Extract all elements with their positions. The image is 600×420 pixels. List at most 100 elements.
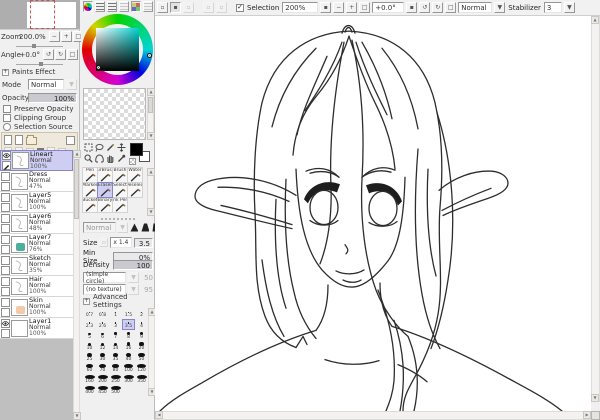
move-icon[interactable] bbox=[116, 142, 126, 152]
rotate-canvas-icon[interactable] bbox=[94, 153, 104, 163]
scroll-right-arrow-icon[interactable]: ▶ bbox=[583, 411, 591, 419]
size-preset-40[interactable]: 40 bbox=[122, 352, 135, 363]
angle-reset-button[interactable]: □ bbox=[67, 49, 78, 60]
tool-eraser[interactable]: Eraser bbox=[97, 182, 113, 198]
layer-edit-toggle[interactable] bbox=[1, 182, 10, 191]
brush-edge-soft-icon[interactable] bbox=[129, 222, 139, 233]
size-slider[interactable]: 3.5 bbox=[134, 238, 153, 248]
toolbar-button-3[interactable]: ▫ bbox=[183, 2, 194, 13]
size-preset-4[interactable]: 4 bbox=[135, 319, 148, 330]
size-preset-400[interactable]: 400 bbox=[83, 385, 96, 396]
layer-edit-toggle[interactable] bbox=[1, 224, 10, 233]
tool-ink-pen[interactable]: Ink Pen bbox=[112, 197, 128, 213]
size-preset-0.7[interactable]: 0.7 bbox=[83, 308, 96, 319]
size-preset-60[interactable]: 60 bbox=[83, 363, 96, 374]
scroll-down-arrow-icon[interactable]: ▼ bbox=[147, 208, 155, 216]
rotate-ccw-button[interactable]: ↺ bbox=[419, 2, 430, 13]
layer-edit-toggle[interactable] bbox=[1, 266, 10, 275]
swatches-tab[interactable] bbox=[131, 1, 141, 12]
scroll-left-arrow-icon[interactable]: ◀ bbox=[155, 411, 163, 419]
size-preset-3.5[interactable]: 3.5 bbox=[122, 319, 135, 330]
size-preset-250[interactable]: 250 bbox=[109, 374, 122, 385]
scroll-up-arrow-icon[interactable]: ▲ bbox=[73, 150, 81, 158]
rotate-ccw-button[interactable]: ↺ bbox=[43, 49, 54, 60]
size-preset-25[interactable]: 25 bbox=[83, 352, 96, 363]
size-preset-70[interactable]: 70 bbox=[96, 363, 109, 374]
layer-visibility-toggle[interactable] bbox=[1, 277, 10, 286]
scroll-down-arrow-icon[interactable]: ▼ bbox=[73, 412, 81, 420]
size-preset-8[interactable]: 8 bbox=[122, 330, 135, 341]
advanced-settings-row[interactable]: + Advanced Settings bbox=[83, 296, 153, 306]
layer-mask-icon[interactable] bbox=[66, 136, 75, 145]
angle-reset-button[interactable]: □ bbox=[445, 2, 456, 13]
layer-edit-toggle[interactable] bbox=[1, 203, 10, 212]
layer-visibility-toggle[interactable] bbox=[2, 151, 11, 160]
brush-shape-dropdown-button[interactable]: ▼ bbox=[128, 272, 139, 283]
layer-visibility-toggle[interactable] bbox=[1, 193, 10, 202]
size-preset-9[interactable]: 9 bbox=[135, 330, 148, 341]
sampling-mode-dropdown[interactable]: Normal bbox=[458, 2, 492, 13]
scrollbar-thumb[interactable] bbox=[74, 159, 79, 219]
layer-visibility-toggle[interactable] bbox=[1, 256, 10, 265]
size-preset-160[interactable]: 160 bbox=[83, 374, 96, 385]
color-wheel[interactable] bbox=[81, 13, 154, 87]
rotate-cw-button[interactable]: ↻ bbox=[432, 2, 443, 13]
layer-edit-toggle[interactable] bbox=[1, 287, 10, 296]
size-scale-field[interactable]: x 1.4 bbox=[110, 237, 132, 248]
toolbar-button-2[interactable]: ▪ bbox=[170, 2, 181, 13]
lasso-icon[interactable] bbox=[94, 142, 104, 152]
color-mixer-tab[interactable] bbox=[119, 1, 129, 12]
size-preset-30[interactable]: 30 bbox=[96, 352, 109, 363]
density-slider[interactable]: 100 bbox=[113, 260, 153, 270]
rotate-cw-button[interactable]: ↻ bbox=[55, 49, 66, 60]
canvas-horizontal-scrollbar[interactable]: ◀ ▶ bbox=[155, 411, 591, 420]
clipping-group-option[interactable]: Clipping Group bbox=[0, 113, 79, 122]
brush-shape-dropdown[interactable]: (simple circle) bbox=[83, 272, 126, 283]
layer-visibility-toggle[interactable] bbox=[1, 319, 10, 328]
angle-field[interactable]: +0.0° bbox=[372, 2, 404, 13]
layer-item[interactable]: LineartNormal100% bbox=[0, 150, 73, 171]
opacity-slider[interactable]: 100% bbox=[28, 93, 77, 103]
tool-airbrush[interactable]: AirBrush bbox=[97, 167, 113, 183]
tool-marker[interactable]: Marker bbox=[82, 182, 98, 198]
layer-edit-toggle[interactable] bbox=[2, 161, 11, 170]
size-preset-10[interactable]: 10 bbox=[83, 341, 96, 352]
layer-item[interactable]: Layer7Normal76% bbox=[0, 234, 73, 255]
zoom-out-button[interactable]: − bbox=[49, 31, 60, 42]
tool-deselect[interactable]: Deselect bbox=[127, 182, 143, 198]
brush-blend-dropdown[interactable]: Normal bbox=[83, 222, 116, 233]
scratchpad-area[interactable] bbox=[83, 88, 146, 140]
canvas-vertical-scrollbar[interactable]: ▲ ▼ bbox=[591, 16, 600, 402]
rgb-sliders-tab[interactable] bbox=[95, 1, 105, 12]
layer-item[interactable]: DressNormal47% bbox=[0, 171, 73, 192]
clipping-group-checkbox[interactable] bbox=[3, 114, 11, 122]
scratchpad-tab[interactable] bbox=[143, 1, 153, 12]
zoom-in-button[interactable]: + bbox=[346, 2, 357, 13]
size-preset-2.6[interactable]: 2.6 bbox=[96, 319, 109, 330]
transparent-color-swatch[interactable] bbox=[129, 158, 136, 165]
layer-visibility-toggle[interactable] bbox=[1, 298, 10, 307]
mode-dropdown-button[interactable]: ▼ bbox=[66, 79, 77, 90]
layer-item[interactable]: SketchNormal35% bbox=[0, 255, 73, 276]
layer-edit-toggle[interactable] bbox=[1, 308, 10, 317]
hue-marker[interactable] bbox=[147, 53, 152, 58]
size-unit-button[interactable]: ▫ bbox=[99, 238, 108, 247]
hand-icon[interactable] bbox=[105, 153, 115, 163]
tool-water[interactable]: Water bbox=[127, 167, 143, 183]
selection-checkbox[interactable]: ✓ bbox=[236, 4, 244, 12]
size-preset-80[interactable]: 80 bbox=[109, 363, 122, 374]
sv-marker[interactable] bbox=[96, 65, 101, 70]
layer-visibility-toggle[interactable] bbox=[1, 235, 10, 244]
brush-blend-dropdown-button[interactable]: ▼ bbox=[117, 222, 128, 233]
layer-visibility-toggle[interactable] bbox=[1, 172, 10, 181]
layer-edit-toggle[interactable] bbox=[1, 329, 10, 338]
scroll-up-arrow-icon[interactable]: ▲ bbox=[591, 16, 599, 24]
scrollbar-thumb[interactable] bbox=[148, 97, 153, 113]
size-preset-200[interactable]: 200 bbox=[96, 374, 109, 385]
scroll-up-arrow-icon[interactable]: ▲ bbox=[147, 88, 155, 96]
tool-pen[interactable]: Pen bbox=[82, 167, 98, 183]
size-preset-7[interactable]: 7 bbox=[109, 330, 122, 341]
size-preset-350[interactable]: 350 bbox=[135, 374, 148, 385]
size-preset-20[interactable]: 20 bbox=[135, 341, 148, 352]
size-preset-2[interactable]: 2 bbox=[135, 308, 148, 319]
